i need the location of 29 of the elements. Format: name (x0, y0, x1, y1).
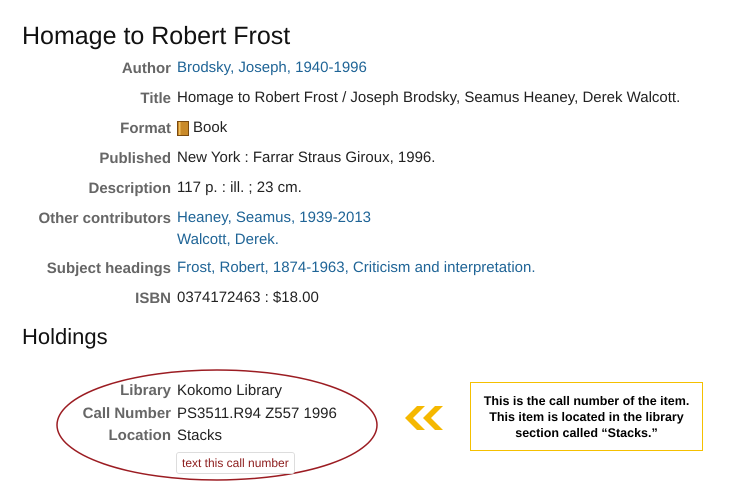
field-label: Description (88, 180, 171, 197)
field-label: Format (120, 120, 171, 137)
field-label: Call Number (82, 404, 171, 422)
link[interactable]: Walcott, Derek. (177, 229, 372, 251)
field-label: Other contributors (38, 210, 171, 227)
section-heading: Holdings (22, 323, 109, 351)
field-label: Subject headings (46, 260, 171, 277)
field-value: New York : Farrar Straus Giroux, 1996. (177, 148, 436, 168)
field-value: 0374172463 : $18.00 (177, 288, 319, 308)
callout-box: This is the call number of the item. This item is located in the library section called “Stacks.” (470, 382, 703, 451)
field-label: Title (140, 90, 171, 107)
text-call-number-button[interactable]: text this call number (176, 452, 295, 474)
field-value: Book (193, 118, 228, 138)
double-chevron-icon (403, 406, 445, 430)
field-value: 117 p. : ill. ; 23 cm. (177, 178, 302, 198)
field-label: Library (120, 382, 171, 400)
field-label: Location (108, 427, 171, 444)
field-value: Homage to Robert Frost / Joseph Brodsky, Seamus Heaney, Derek Walcott. (177, 88, 680, 108)
field-value: Stacks (177, 426, 222, 446)
field-value: PS3511.R94 Z557 1996 (177, 404, 337, 424)
link[interactable]: Frost, Robert, 1874-1963, Criticism and interpretation. (177, 257, 536, 279)
link[interactable]: Brodsky, Joseph, 1940-1996 (177, 57, 367, 79)
book-icon (177, 120, 189, 136)
link[interactable]: Heaney, Seamus, 1939-2013 (177, 207, 372, 229)
field-label: ISBN (135, 290, 171, 307)
field-label: Author (122, 60, 171, 77)
field-label: Published (99, 150, 171, 167)
field-value: Kokomo Library (177, 381, 282, 401)
page-title: Homage to Robert Frost (22, 21, 292, 52)
